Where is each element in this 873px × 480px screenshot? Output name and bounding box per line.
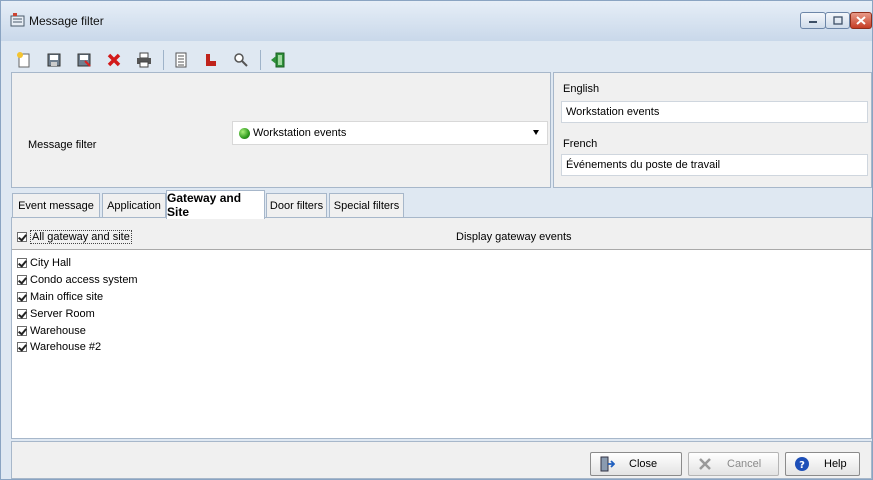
tab-special-filters[interactable]: Special filters xyxy=(329,193,404,218)
close-label: Close xyxy=(629,458,658,470)
message-filter-window: Message filter Message filter Workstatio… xyxy=(0,0,873,480)
delete-icon[interactable] xyxy=(103,49,125,71)
toolbar xyxy=(13,46,297,74)
help-button[interactable]: ? Help xyxy=(785,452,860,476)
tab-door-filters[interactable]: Door filters xyxy=(266,193,327,218)
cancel-icon xyxy=(697,456,713,472)
window-title: Message filter xyxy=(29,14,104,28)
links-icon[interactable] xyxy=(200,49,222,71)
site-name: Server Room xyxy=(30,307,95,320)
bottom-bar: Close Cancel ? Help xyxy=(11,441,872,479)
app-icon xyxy=(10,13,26,27)
site-name: Main office site xyxy=(30,290,104,303)
message-filter-label: Message filter xyxy=(28,139,97,151)
cancel-label: Cancel xyxy=(727,458,762,470)
list-item[interactable]: Warehouse #2 xyxy=(17,339,138,356)
checkbox[interactable] xyxy=(17,232,27,242)
english-label: English xyxy=(563,83,600,95)
door-exit-icon xyxy=(599,456,615,472)
gateway-tab-body: All gateway and site Display gateway eve… xyxy=(11,217,872,439)
english-field[interactable]: Workstation events xyxy=(561,101,868,123)
chevron-down-icon[interactable] xyxy=(533,130,539,135)
tab-application[interactable]: Application xyxy=(102,193,166,218)
site-name: Warehouse xyxy=(30,324,86,337)
display-gateway-events-label: Display gateway events xyxy=(456,231,572,243)
maximize-button[interactable] xyxy=(825,12,850,29)
filter-panel: Message filter Workstation events xyxy=(11,72,551,188)
list-item[interactable]: City Hall xyxy=(17,255,138,272)
exit-icon[interactable] xyxy=(267,49,289,71)
list-icon[interactable] xyxy=(170,49,192,71)
message-filter-dropdown[interactable]: Workstation events xyxy=(232,121,548,145)
toolbar-separator xyxy=(260,50,261,70)
print-icon[interactable] xyxy=(133,49,155,71)
save-icon[interactable] xyxy=(43,49,65,71)
message-filter-selected: Workstation events xyxy=(253,127,347,139)
close-button[interactable]: Close xyxy=(590,452,682,476)
save-as-icon[interactable] xyxy=(73,49,95,71)
checkbox[interactable] xyxy=(17,308,27,319)
site-name: Warehouse #2 xyxy=(30,341,102,354)
title-bar: Message filter xyxy=(1,1,872,41)
site-name: City Hall xyxy=(30,257,71,270)
checkbox[interactable] xyxy=(17,258,27,269)
tab-gateway-and-site[interactable]: Gateway and Site xyxy=(166,190,265,219)
french-label: French xyxy=(563,138,598,150)
site-name: Condo access system xyxy=(30,274,138,287)
list-item[interactable]: Warehouse xyxy=(17,322,138,339)
new-icon[interactable] xyxy=(13,49,35,71)
all-gateway-label: All gateway and site xyxy=(30,230,132,244)
toolbar-separator xyxy=(163,50,164,70)
french-field[interactable]: Événements du poste de travail xyxy=(561,154,868,176)
minimize-button[interactable] xyxy=(800,12,826,29)
list-item[interactable]: Server Room xyxy=(17,305,138,322)
checkbox[interactable] xyxy=(17,275,27,286)
gateway-header: All gateway and site Display gateway eve… xyxy=(12,218,871,250)
close-window-button[interactable] xyxy=(850,12,872,29)
checkbox[interactable] xyxy=(17,342,27,353)
cancel-button[interactable]: Cancel xyxy=(688,452,779,476)
tab-event-message[interactable]: Event message xyxy=(12,193,100,218)
list-item[interactable]: Main office site xyxy=(17,289,138,306)
language-panel: English Workstation events French Événem… xyxy=(553,72,872,188)
help-icon: ? xyxy=(794,456,810,472)
all-gateway-checkbox[interactable]: All gateway and site xyxy=(17,230,132,244)
search-icon[interactable] xyxy=(230,49,252,71)
checkbox[interactable] xyxy=(17,291,27,302)
checkbox[interactable] xyxy=(17,325,27,336)
list-item[interactable]: Condo access system xyxy=(17,272,138,289)
globe-icon xyxy=(239,127,250,139)
help-label: Help xyxy=(824,458,847,470)
svg-text:?: ? xyxy=(799,460,805,471)
site-list: City Hall Condo access system Main offic… xyxy=(17,255,138,356)
